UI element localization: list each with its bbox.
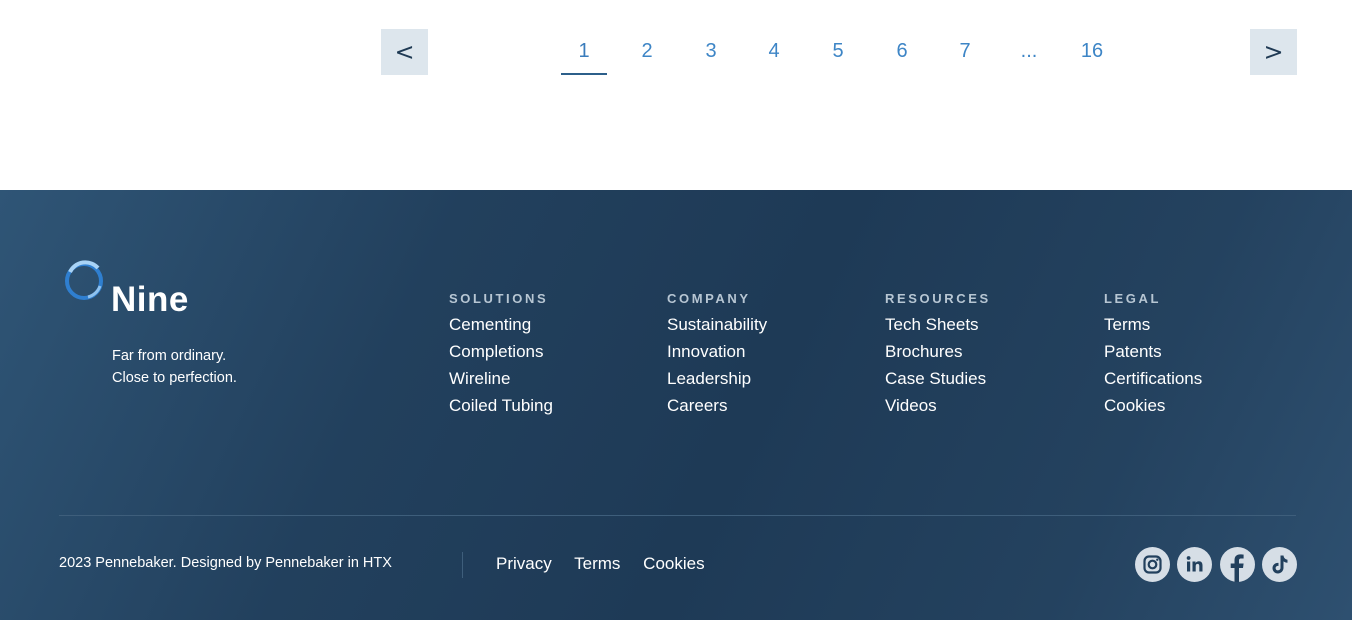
tiktok-icon[interactable] [1262,547,1297,582]
previous-page-button[interactable]: < [381,29,428,75]
footer-column-company: COMPANY Sustainability Innovation Leader… [667,291,767,419]
pagination: < 1 2 3 4 5 6 7 ... 16 > [0,0,1352,190]
page-5-link[interactable]: 5 [815,36,861,72]
footer-link-certifications[interactable]: Certifications [1104,365,1202,392]
page-2-link[interactable]: 2 [624,36,670,72]
footer-link-wireline[interactable]: Wireline [449,365,553,392]
page-3-link[interactable]: 3 [688,36,734,72]
column-heading-company: COMPANY [667,291,751,306]
page-1-link[interactable]: 1 [561,36,607,75]
page-4-link[interactable]: 4 [751,36,797,72]
instagram-icon[interactable] [1135,547,1170,582]
vertical-separator [462,552,463,578]
tagline-line-2: Close to perfection. [112,370,237,386]
brand-name: Nine [111,280,189,319]
footer-link-completions[interactable]: Completions [449,338,553,365]
footer-link-coiled-tubing[interactable]: Coiled Tubing [449,392,553,419]
privacy-link[interactable]: Privacy [496,554,552,573]
terms-link[interactable]: Terms [574,554,620,573]
facebook-icon[interactable] [1220,547,1255,582]
linkedin-icon[interactable] [1177,547,1212,582]
footer-link-terms[interactable]: Terms [1104,311,1202,338]
footer-link-cementing[interactable]: Cementing [449,311,553,338]
footer-link-cookies[interactable]: Cookies [1104,392,1202,419]
footer-link-case-studies[interactable]: Case Studies [885,365,991,392]
column-heading-resources: RESOURCES [885,291,991,306]
footer-link-patents[interactable]: Patents [1104,338,1202,365]
footer-column-legal: LEGAL Terms Patents Certifications Cooki… [1104,291,1202,419]
page-6-link[interactable]: 6 [879,36,925,72]
column-heading-solutions: SOLUTIONS [449,291,549,306]
footer-column-solutions: SOLUTIONS Cementing Completions Wireline… [449,291,553,419]
cookies-link[interactable]: Cookies [643,554,704,573]
nine-logo[interactable]: Nine [62,260,222,330]
footer-link-innovation[interactable]: Innovation [667,338,767,365]
footer-link-leadership[interactable]: Leadership [667,365,767,392]
footer-link-careers[interactable]: Careers [667,392,767,419]
tagline: Far from ordinary. Close to perfection. [112,345,237,389]
tagline-line-1: Far from ordinary. [112,348,227,364]
copyright-text: 2023 Pennebaker. Designed by Pennebaker … [59,555,392,571]
footer-divider [59,515,1296,516]
pagination-ellipsis: ... [1020,40,1038,62]
footer-column-resources: RESOURCES Tech Sheets Brochures Case Stu… [885,291,991,419]
footer-link-videos[interactable]: Videos [885,392,991,419]
footer-link-tech-sheets[interactable]: Tech Sheets [885,311,991,338]
footer-link-sustainability[interactable]: Sustainability [667,311,767,338]
column-heading-legal: LEGAL [1104,291,1162,306]
bottom-links: Privacy Terms Cookies [496,554,723,574]
footer-link-brochures[interactable]: Brochures [885,338,991,365]
next-page-button[interactable]: > [1250,29,1297,75]
page-7-link[interactable]: 7 [942,36,988,72]
page-16-link[interactable]: 16 [1069,36,1115,72]
site-footer: Nine Far from ordinary. Close to perfect… [0,190,1352,620]
ring-logo-icon [65,260,103,300]
